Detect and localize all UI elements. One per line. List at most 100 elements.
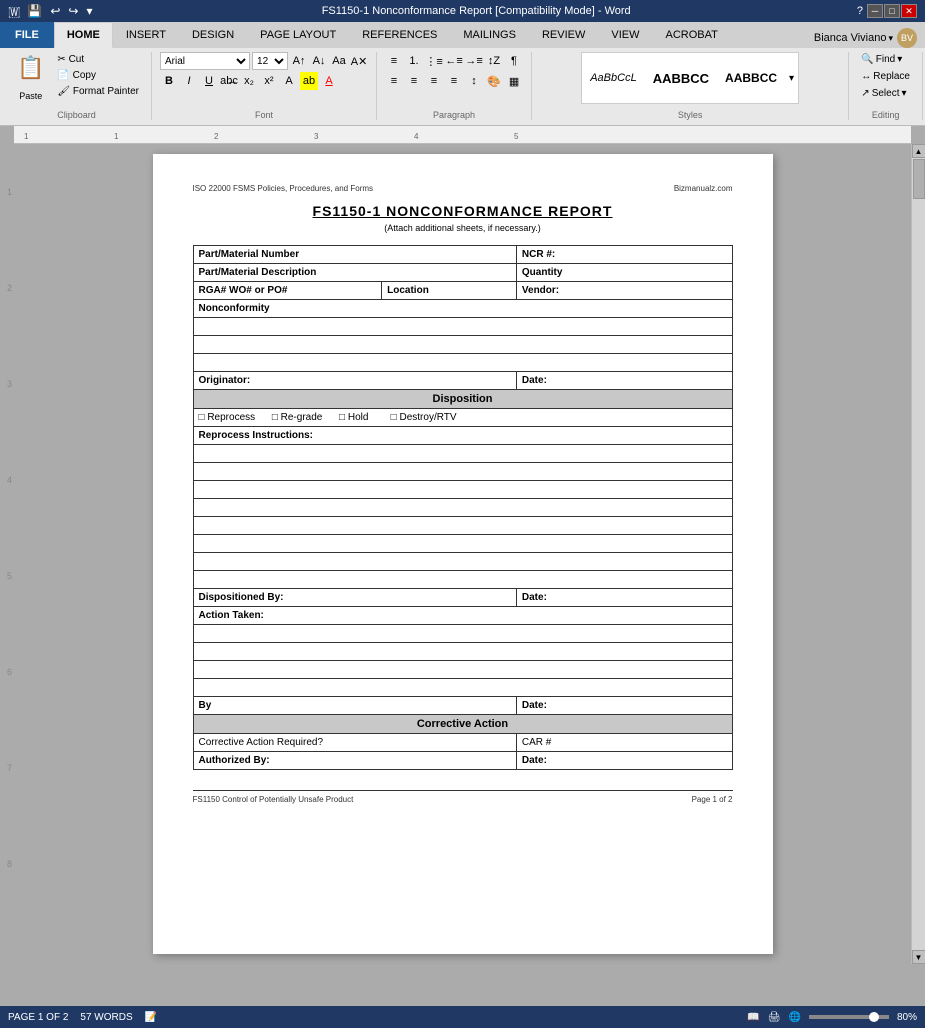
font-name-select[interactable]: Arial	[160, 52, 250, 70]
italic-button[interactable]: I	[180, 72, 198, 90]
action-row2	[193, 643, 732, 661]
line-num-1: 1	[7, 144, 12, 240]
document-footer: FS1150 Control of Potentially Unsafe Pro…	[193, 790, 733, 804]
quick-more[interactable]: ▾	[83, 3, 95, 19]
superscript-button[interactable]: x²	[260, 72, 278, 90]
replace-button[interactable]: ↔ Replace	[857, 69, 914, 84]
line-num-2: 2	[7, 240, 12, 336]
style-emphasis[interactable]: AaBbCcL	[584, 70, 642, 86]
header-left: ISO 22000 FSMS Policies, Procedures, and…	[193, 184, 374, 193]
minimize-btn[interactable]: ─	[867, 4, 883, 18]
row-reprocess-instructions: Reprocess Instructions:	[193, 427, 732, 445]
tab-view[interactable]: VIEW	[598, 22, 652, 48]
copy-button[interactable]: 📄 Copy	[53, 68, 143, 83]
tab-page-layout[interactable]: PAGE LAYOUT	[247, 22, 349, 48]
regrade-checkbox[interactable]: Re-grade	[272, 412, 323, 423]
help-btn[interactable]: ?	[857, 5, 863, 17]
scroll-track[interactable]	[912, 158, 925, 950]
align-left-btn[interactable]: ≡	[385, 72, 403, 90]
styles-more-btn[interactable]: ▾	[787, 71, 796, 86]
shrink-font-btn[interactable]: A↓	[310, 52, 328, 70]
title-bar: 🇼 💾 ↩ ↪ ▾ FS1150-1 Nonconformance Report…	[0, 0, 925, 22]
strikethrough-button[interactable]: ab̶c	[220, 72, 238, 90]
clipboard-group: 📋 Paste ✂ Cut 📄 Copy 🖌 Format Painter Cl…	[2, 52, 152, 120]
text-effects-btn[interactable]: A	[280, 72, 298, 90]
view-web-btn[interactable]: 🌐	[789, 1012, 801, 1023]
header-right: Bizmanualz.com	[674, 184, 733, 193]
car-label: CAR #	[516, 734, 732, 752]
track-changes-icon[interactable]: 📝	[145, 1012, 157, 1023]
grow-font-btn[interactable]: A↑	[290, 52, 308, 70]
reprocess-row1	[193, 445, 732, 463]
row-disposition-header: Disposition	[193, 390, 732, 409]
reprocess-checkbox[interactable]: Reprocess	[199, 412, 256, 423]
hold-checkbox[interactable]: Hold	[339, 412, 368, 423]
decrease-indent-btn[interactable]: ←≡	[445, 52, 463, 70]
tab-file[interactable]: FILE	[0, 22, 54, 48]
tab-mailings[interactable]: MAILINGS	[450, 22, 529, 48]
style-heading1[interactable]: AABBCC	[647, 69, 715, 88]
style-heading2[interactable]: AABBCC	[719, 69, 783, 87]
sort-btn[interactable]: ↕Z	[485, 52, 503, 70]
dispositioned-by-label: Dispositioned By:	[193, 589, 516, 607]
tab-insert[interactable]: INSERT	[113, 22, 179, 48]
subscript-button[interactable]: x₂	[240, 72, 258, 90]
bullets-btn[interactable]: ≡	[385, 52, 403, 70]
view-print-btn[interactable]: 🖨	[768, 1012, 781, 1023]
font-size-select[interactable]: 12	[252, 52, 288, 70]
restore-btn[interactable]: □	[884, 4, 900, 18]
nonconformance-form: Part/Material Number NCR #: Part/Materia…	[193, 245, 733, 770]
align-center-btn[interactable]: ≡	[405, 72, 423, 90]
align-right-btn[interactable]: ≡	[425, 72, 443, 90]
tab-review[interactable]: REVIEW	[529, 22, 598, 48]
document-area[interactable]: ISO 22000 FSMS Policies, Procedures, and…	[14, 144, 911, 964]
cut-button[interactable]: ✂ Cut	[53, 52, 143, 67]
select-button[interactable]: ↗ Select ▾	[857, 86, 914, 101]
line-spacing-btn[interactable]: ↕	[465, 72, 483, 90]
multilevel-btn[interactable]: ⋮≡	[425, 52, 443, 70]
underline-button[interactable]: U	[200, 72, 218, 90]
show-marks-btn[interactable]: ¶	[505, 52, 523, 70]
numbering-btn[interactable]: 1.	[405, 52, 423, 70]
tab-home[interactable]: HOME	[54, 22, 113, 48]
scroll-thumb[interactable]	[913, 159, 925, 199]
view-read-btn[interactable]: 📖	[747, 1012, 759, 1023]
status-left: PAGE 1 OF 2 57 WORDS 📝	[8, 1012, 157, 1023]
quick-redo[interactable]: ↪	[65, 3, 81, 19]
zoom-thumb[interactable]	[869, 1012, 879, 1022]
quick-save[interactable]: 💾	[24, 3, 45, 19]
quantity-label: Quantity	[516, 264, 732, 282]
font-color-btn[interactable]: A	[320, 72, 338, 90]
tab-acrobat[interactable]: ACROBAT	[652, 22, 730, 48]
scroll-down-arrow[interactable]: ▼	[912, 950, 925, 964]
close-btn[interactable]: ✕	[901, 4, 917, 18]
line-num-4: 4	[7, 432, 12, 528]
quick-undo[interactable]: ↩	[47, 3, 63, 19]
vertical-scrollbar[interactable]: ▲ ▼	[911, 144, 925, 964]
justify-btn[interactable]: ≡	[445, 72, 463, 90]
tab-references[interactable]: REFERENCES	[349, 22, 450, 48]
shading-btn[interactable]: 🎨	[485, 72, 503, 90]
document-header: ISO 22000 FSMS Policies, Procedures, and…	[193, 184, 733, 193]
change-case-btn[interactable]: Aa	[330, 52, 348, 70]
main-area: 1 2 3 4 5 6 7 8 ISO 22000 FSMS Policies,…	[0, 144, 925, 964]
status-bar: PAGE 1 OF 2 57 WORDS 📝 📖 🖨 🌐 80%	[0, 1006, 925, 1028]
ruler: 1 1 2 3 4 5	[14, 126, 911, 144]
find-button[interactable]: 🔍 Find ▾	[857, 52, 914, 67]
date4-label: Date:	[516, 752, 732, 770]
paste-button[interactable]: 📋 Paste	[10, 52, 51, 104]
action-taken-label: Action Taken:	[193, 607, 732, 625]
destroy-checkbox[interactable]: Destroy/RTV	[391, 412, 457, 423]
highlight-btn[interactable]: ab	[300, 72, 318, 90]
zoom-slider[interactable]	[809, 1015, 889, 1019]
scroll-up-arrow[interactable]: ▲	[912, 144, 925, 158]
clear-format-btn[interactable]: A✕	[350, 52, 368, 70]
format-painter-button[interactable]: 🖌 Format Painter	[53, 84, 143, 99]
nonconformity-label: Nonconformity	[193, 300, 732, 318]
bold-button[interactable]: B	[160, 72, 178, 90]
row-corrective-action-header: Corrective Action	[193, 715, 732, 734]
tab-design[interactable]: DESIGN	[179, 22, 247, 48]
borders-btn[interactable]: ▦	[505, 72, 523, 90]
user-info[interactable]: Bianca Viviano ▾ BV	[806, 28, 925, 48]
increase-indent-btn[interactable]: →≡	[465, 52, 483, 70]
